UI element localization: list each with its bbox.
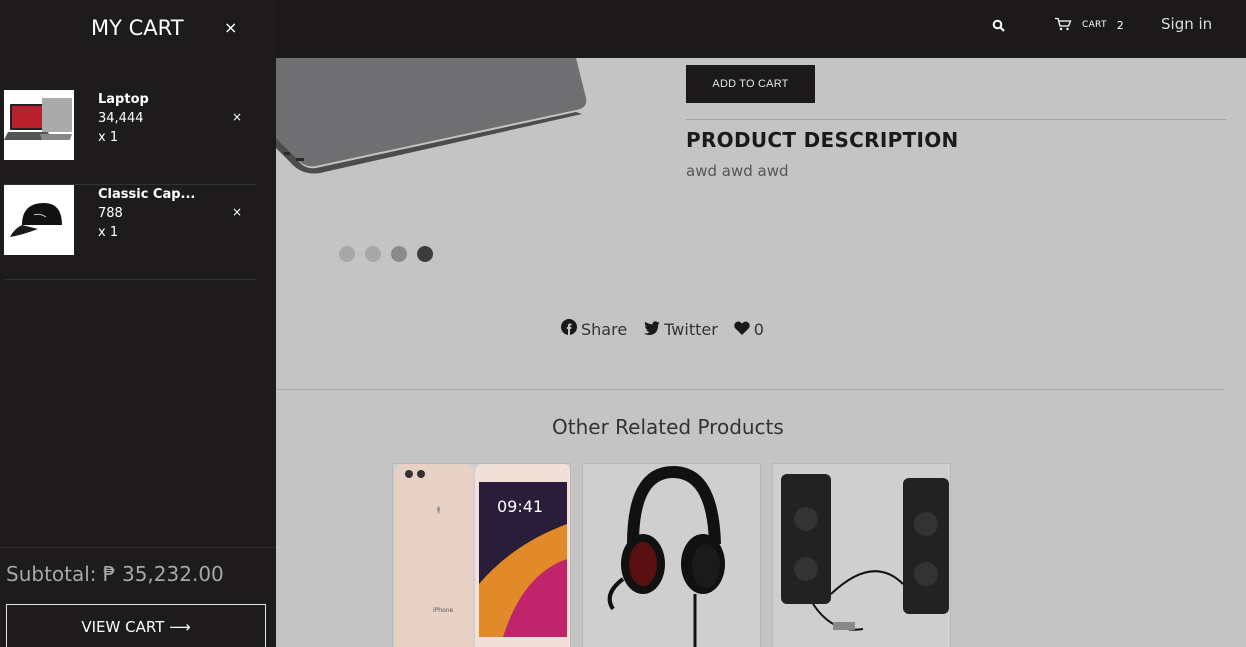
svg-text:iPhone: iPhone xyxy=(433,607,454,614)
cart-item-price: 788 xyxy=(98,206,123,221)
carousel-dots xyxy=(339,246,433,262)
iphone-image: iPhone 09:41 xyxy=(393,464,570,647)
cart-item-thumbnail[interactable] xyxy=(4,90,74,160)
facebook-icon xyxy=(561,319,577,339)
product-description-title: PRODUCT DESCRIPTION xyxy=(686,128,959,152)
related-product-card[interactable]: iPhone 09:41 xyxy=(392,463,571,647)
sign-in-link[interactable]: Sign in xyxy=(1161,15,1212,33)
twitter-button[interactable]: Twitter xyxy=(643,320,718,339)
carousel-dot[interactable] xyxy=(365,246,381,262)
cart-subtotal: Subtotal: ₱ 35,232.00 xyxy=(6,562,224,586)
product-description-text: awd awd awd xyxy=(686,162,789,180)
remove-item-icon[interactable]: × xyxy=(232,205,242,219)
close-icon[interactable]: × xyxy=(224,18,237,37)
divider xyxy=(276,389,1225,390)
cap-thumbnail-icon xyxy=(4,185,74,255)
headset-image xyxy=(583,464,760,647)
cart-drawer-title: MY CART xyxy=(91,16,184,40)
product-page: ADD TO CART PRODUCT DESCRIPTION awd awd … xyxy=(276,58,1246,647)
related-products-list: iPhone 09:41 xyxy=(392,463,951,647)
laptop-thumbnail-icon xyxy=(4,90,74,160)
cart-item-thumbnail[interactable] xyxy=(4,185,74,255)
cart-item-name[interactable]: Laptop xyxy=(98,92,149,107)
cart-label: CART xyxy=(1082,20,1107,30)
header-cart-button[interactable]: CART 2 xyxy=(1054,16,1124,34)
search-icon[interactable] xyxy=(992,18,1006,32)
product-laptop-image xyxy=(276,58,587,174)
related-products-title: Other Related Products xyxy=(552,415,784,439)
cart-item-price: 34,444 xyxy=(98,111,144,126)
cart-drawer: MY CART × Laptop 34,444 x 1 × Classic Ca… xyxy=(0,0,276,647)
speakers-image xyxy=(773,464,950,647)
remove-item-icon[interactable]: × xyxy=(232,110,242,124)
cart-item-name[interactable]: Classic Cap... xyxy=(98,187,195,202)
cart-item-quantity: x 1 xyxy=(98,130,119,145)
related-product-card[interactable] xyxy=(772,463,951,647)
heart-icon xyxy=(734,320,750,339)
twitter-icon xyxy=(643,320,660,339)
cart-item-quantity: x 1 xyxy=(98,225,119,240)
like-count: 0 xyxy=(753,319,764,339)
svg-text:09:41: 09:41 xyxy=(497,497,543,516)
cart-item: Laptop 34,444 x 1 × xyxy=(4,90,256,185)
twitter-label: Twitter xyxy=(664,319,718,339)
like-button[interactable]: 0 xyxy=(734,320,764,339)
divider xyxy=(686,119,1226,120)
related-product-card[interactable] xyxy=(582,463,761,647)
cart-item: Classic Cap... 788 x 1 × xyxy=(4,185,256,280)
carousel-dot-active[interactable] xyxy=(417,246,433,262)
cart-count-badge: 2 xyxy=(1116,18,1124,32)
view-cart-button[interactable]: VIEW CART ⟶ xyxy=(6,604,266,647)
cart-icon xyxy=(1054,16,1072,35)
share-button[interactable]: Share xyxy=(561,319,627,339)
social-bar: Share Twitter 0 xyxy=(561,319,764,339)
carousel-dot[interactable] xyxy=(391,246,407,262)
add-to-cart-button[interactable]: ADD TO CART xyxy=(686,65,815,103)
carousel-dot[interactable] xyxy=(339,246,355,262)
share-label: Share xyxy=(581,319,628,339)
divider xyxy=(0,547,276,548)
